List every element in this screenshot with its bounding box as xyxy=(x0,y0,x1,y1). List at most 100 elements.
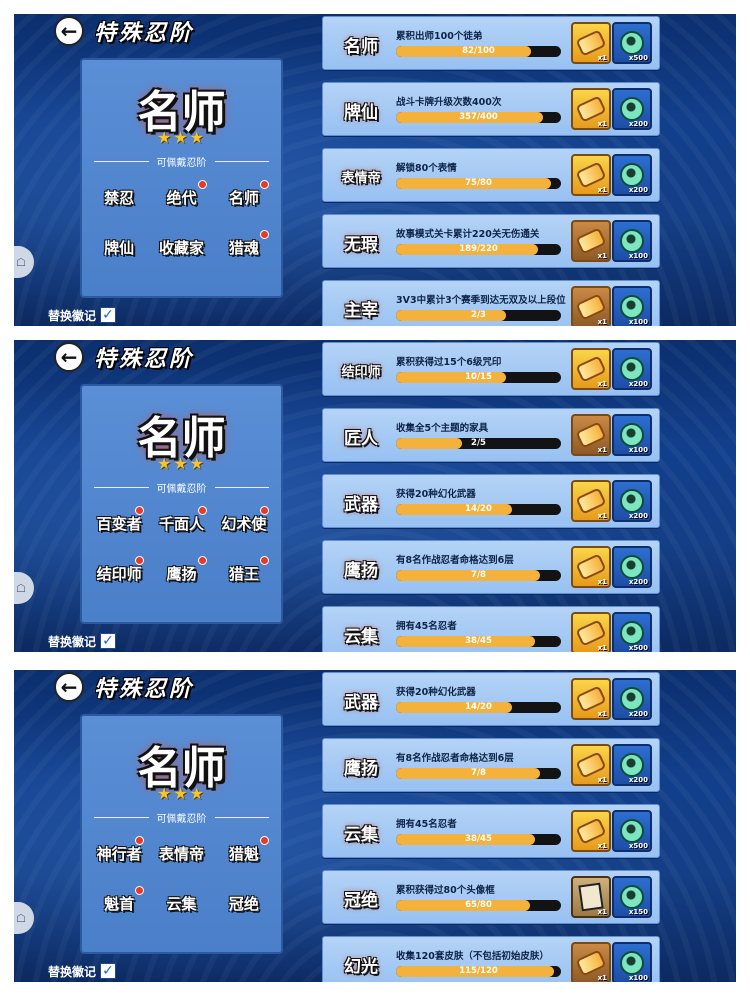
reward-magatama-item[interactable]: x500 xyxy=(612,22,652,64)
rank-badge[interactable]: 冠绝 xyxy=(215,886,273,920)
replace-badge-toggle[interactable]: 替换徽记 ✓ xyxy=(48,962,117,980)
rank-badge[interactable]: 猎魂 xyxy=(215,230,273,264)
reward-scroll-item[interactable]: x1 xyxy=(571,220,611,262)
checkbox-checked-icon[interactable]: ✓ xyxy=(100,307,117,323)
progress-text: 2/3 xyxy=(471,310,486,320)
reward-magatama-item[interactable]: x200 xyxy=(612,154,652,196)
replace-badge-toggle[interactable]: 替换徽记 ✓ xyxy=(48,306,117,324)
achievement-badge-icon: 幻光 xyxy=(344,956,378,977)
reward-magatama-item[interactable]: x500 xyxy=(612,810,652,852)
rank-badge[interactable]: 结印师 xyxy=(90,556,148,590)
progress-bar: 357/400 xyxy=(396,112,561,123)
reward-scroll-item[interactable]: x1 xyxy=(571,678,611,720)
progress-text: 14/20 xyxy=(465,504,492,514)
rank-badge[interactable]: 收藏家 xyxy=(152,230,210,264)
rank-badge[interactable]: 猎王 xyxy=(215,556,273,590)
reward-scroll-item[interactable]: x1 xyxy=(571,22,611,64)
scroll-icon xyxy=(575,487,607,515)
achievement-badge-icon: 无瑕 xyxy=(344,234,378,255)
reward-scroll-item[interactable]: x1 xyxy=(571,414,611,456)
replace-badge-label: 替换徽记 xyxy=(48,634,97,649)
reward-magatama-item[interactable]: x500 xyxy=(612,612,652,652)
progress-text: 82/100 xyxy=(462,46,495,56)
side-tab-button[interactable]: ☖ xyxy=(14,902,34,934)
reward-scroll-item[interactable]: x1 xyxy=(571,88,611,130)
reward-scroll-item[interactable]: x1 xyxy=(571,286,611,326)
rank-badge-label: 神行者 xyxy=(96,844,142,863)
magatama-icon xyxy=(620,687,644,711)
rank-badge[interactable]: 云集 xyxy=(152,886,210,920)
reward-magatama-item[interactable]: x200 xyxy=(612,88,652,130)
rank-badge[interactable]: 禁忍 xyxy=(90,180,148,214)
replace-badge-label: 替换徽记 xyxy=(48,964,97,979)
reward-scroll-item[interactable]: x1 xyxy=(571,810,611,852)
rank-badge[interactable]: 幻术使 xyxy=(215,506,273,540)
rank-badge[interactable]: 魁首 xyxy=(90,886,148,920)
scroll-icon xyxy=(575,161,607,189)
scroll-icon xyxy=(575,619,607,647)
progress-text: 14/20 xyxy=(465,702,492,712)
reward-scroll-item[interactable]: x1 xyxy=(571,744,611,786)
reward-magatama-item[interactable]: x150 xyxy=(612,876,652,918)
progress-text: 7/8 xyxy=(471,768,486,778)
rank-badge[interactable]: 表情帝 xyxy=(152,836,210,870)
reward-quantity: x1 xyxy=(597,578,607,586)
progress-bar: 115/120 xyxy=(396,966,561,977)
achievement-panel: ← 特殊忍阶 ☖ 名师 ★★★ 可佩戴忍阶 神行者 表情帝 猎魁 魁首 云集 冠绝 替换徽记 ✓ 武器 获得2… xyxy=(14,670,736,982)
side-tab-button[interactable]: ☖ xyxy=(14,572,34,604)
achievement-row: 武器 获得20种幻化武器 14/20 x1 x200 xyxy=(322,474,660,528)
reward-magatama-item[interactable]: x100 xyxy=(612,286,652,326)
reward-quantity: x1 xyxy=(597,842,607,850)
reward-scroll-item[interactable]: x1 xyxy=(571,612,611,652)
reward-quantity: x200 xyxy=(628,710,648,718)
badge-grid: 禁忍 绝代 名师牌仙 收藏家 猎魂 xyxy=(90,180,273,264)
progress-text: 115/120 xyxy=(459,966,498,976)
reward-magatama-item[interactable]: x100 xyxy=(612,414,652,456)
current-rank-card: 名师 ★★★ 可佩戴忍阶 神行者 表情帝 猎魁 魁首 云集 冠绝 xyxy=(80,714,283,954)
rank-badge[interactable]: 猎魁 xyxy=(215,836,273,870)
rank-badge[interactable]: 百变者 xyxy=(90,506,148,540)
notification-dot xyxy=(197,506,207,515)
achievement-badge-icon: 冠绝 xyxy=(344,890,378,911)
achievement-row: 表情帝 解锁80个表情 75/80 x1 x200 xyxy=(322,148,660,202)
rank-badge[interactable]: 神行者 xyxy=(90,836,148,870)
rank-badge[interactable]: 牌仙 xyxy=(90,230,148,264)
magatama-icon xyxy=(620,31,644,55)
replace-badge-toggle[interactable]: 替换徽记 ✓ xyxy=(48,632,117,650)
reward-magatama-item[interactable]: x200 xyxy=(612,348,652,390)
reward-magatama-item[interactable]: x200 xyxy=(612,744,652,786)
reward-magatama-item[interactable]: x200 xyxy=(612,480,652,522)
rank-badge[interactable]: 鹰扬 xyxy=(152,556,210,590)
back-arrow-icon[interactable]: ← xyxy=(54,16,84,46)
achievement-row: 幻光 收集120套皮肤（不包括初始皮肤） 115/120 x1 x100 xyxy=(322,936,660,982)
reward-magatama-item[interactable]: x200 xyxy=(612,546,652,588)
reward-magatama-item[interactable]: x100 xyxy=(612,942,652,982)
rank-badge[interactable]: 名师 xyxy=(215,180,273,214)
progress-bar: 82/100 xyxy=(396,46,561,57)
side-tab-button[interactable]: ☖ xyxy=(14,246,34,278)
back-arrow-icon[interactable]: ← xyxy=(54,342,84,372)
rank-stars-icon: ★★★ xyxy=(156,128,207,147)
reward-scroll-item[interactable]: x1 xyxy=(571,480,611,522)
reward-card-item[interactable]: x1 xyxy=(571,876,611,918)
reward-quantity: x1 xyxy=(597,974,607,982)
scroll-icon xyxy=(575,355,607,383)
checkbox-checked-icon[interactable]: ✓ xyxy=(100,633,117,649)
reward-scroll-item[interactable]: x1 xyxy=(571,942,611,982)
scroll-icon xyxy=(575,685,607,713)
reward-quantity: x500 xyxy=(628,842,648,850)
reward-magatama-item[interactable]: x200 xyxy=(612,678,652,720)
magatama-icon xyxy=(620,97,644,121)
rank-badge[interactable]: 绝代 xyxy=(152,180,210,214)
back-arrow-icon[interactable]: ← xyxy=(54,672,84,702)
reward-scroll-item[interactable]: x1 xyxy=(571,546,611,588)
achievement-description: 获得20种幻化武器 xyxy=(396,687,476,698)
progress-bar: 7/8 xyxy=(396,768,561,779)
scroll-icon xyxy=(575,817,607,845)
reward-magatama-item[interactable]: x100 xyxy=(612,220,652,262)
rank-badge[interactable]: 千面人 xyxy=(152,506,210,540)
achievement-row: 主宰 3V3中累计3个赛季到达无双及以上段位 2/3 x1 x100 xyxy=(322,280,660,326)
reward-scroll-item[interactable]: x1 xyxy=(571,154,611,196)
checkbox-checked-icon[interactable]: ✓ xyxy=(100,963,117,979)
reward-scroll-item[interactable]: x1 xyxy=(571,348,611,390)
